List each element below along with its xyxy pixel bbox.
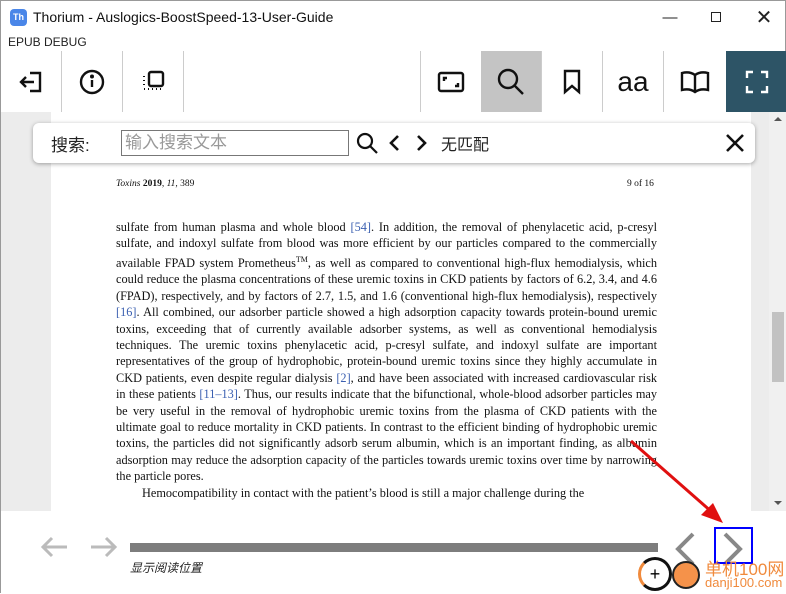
close-search-icon[interactable] [725,133,745,153]
scroll-down-arrow[interactable] [774,501,782,505]
search-label: 搜索: [51,135,90,155]
next-match-icon[interactable] [415,133,429,153]
search-input[interactable] [121,130,349,156]
history-forward-icon[interactable] [89,535,119,559]
vertical-scrollbar[interactable] [769,112,786,511]
back-to-library-button[interactable] [1,51,62,112]
scroll-up-arrow[interactable] [774,117,782,121]
search-status: 无匹配 [441,137,490,154]
menu-epub-debug[interactable]: EPUB DEBUG [8,35,87,49]
text-settings-button[interactable]: aa [603,51,664,112]
search-bar: 搜索: 无匹配 [33,123,755,163]
app-icon: Th [10,8,27,26]
citation-link[interactable]: [2] [336,371,350,385]
reading-progress-bar[interactable] [130,543,658,552]
window-title: Thorium - Auslogics-BoostSpeed-13-User-G… [33,9,334,25]
maximize-button[interactable] [693,1,739,33]
reading-mode-icon [680,70,709,93]
watermark-logo: + [638,557,672,591]
search-button[interactable] [481,51,542,112]
citation-link[interactable]: [54] [350,220,371,234]
document-page: Toxins 2019, 11, 389 9 of 16 sulfate fro… [51,112,751,511]
fullscreen-icon [745,70,768,93]
paragraph: sulfate from human plasma and whole bloo… [116,219,657,485]
scrollbar-thumb[interactable] [772,312,784,382]
fullscreen-button[interactable] [726,51,786,112]
toc-icon [143,70,165,90]
watermark-logo-dot [672,561,700,589]
fit-screen-button[interactable] [420,51,481,112]
search-icon [497,68,524,95]
trademark-sup: TM [295,254,308,264]
title-bar: Th Thorium - Auslogics-BoostSpeed-13-Use… [1,1,786,33]
watermark-url: danji100.com [705,575,783,590]
page-text: sulfate from human plasma and whole bloo… [116,219,657,501]
toc-button[interactable] [123,51,184,112]
citation-link[interactable]: [11–13] [199,387,237,401]
minimize-button[interactable]: — [647,1,693,33]
paragraph: Hemocompatibility in contact with the pa… [142,485,585,500]
history-back-icon[interactable] [39,535,69,559]
bookmark-button[interactable] [542,51,603,112]
info-button[interactable] [62,51,123,112]
back-to-library-icon [19,71,42,92]
citation-link[interactable]: [16] [116,305,137,319]
info-icon [79,69,105,94]
previous-match-icon[interactable] [387,133,401,153]
search-submit-icon[interactable] [355,131,379,155]
bottom-bar: 显示阅读位置 + 单机100网 danji100.com [1,511,786,594]
reader-content: Toxins 2019, 11, 389 9 of 16 sulfate fro… [1,112,769,511]
text-run: sulfate from human plasma and whole bloo… [116,220,351,234]
close-window-button[interactable]: ✕ [741,1,786,33]
reading-mode-button[interactable] [664,51,725,112]
reading-position-label[interactable]: 显示阅读位置 [130,559,202,576]
page-header-citation: Toxins 2019, 11, 389 [116,179,195,189]
fit-screen-icon [437,71,465,92]
bookmark-icon [563,69,581,95]
text-settings-icon: aa [617,65,649,97]
toolbar: aa [1,51,786,112]
text-run: . Thus, our results indicate that the bi… [116,387,657,484]
page-number: 9 of 16 [627,179,654,189]
